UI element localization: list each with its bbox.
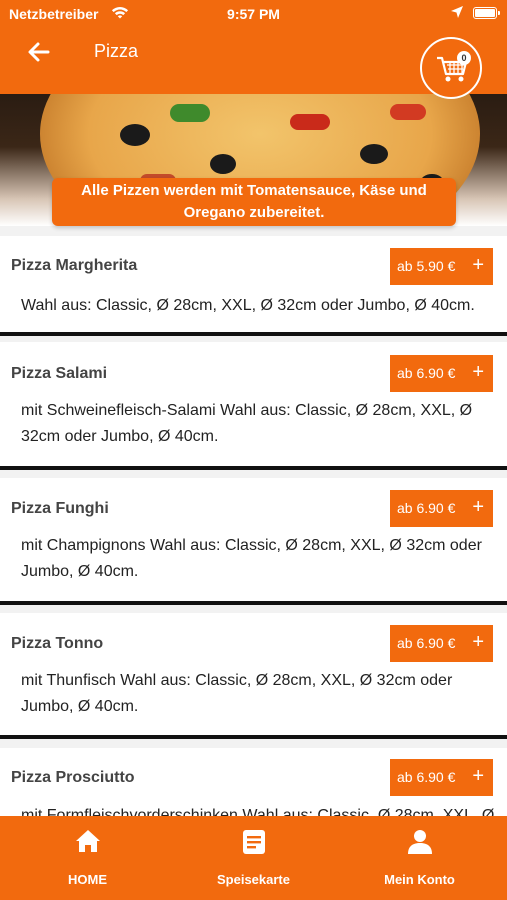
price-label: ab 6.90 € bbox=[397, 500, 456, 516]
plus-icon: + bbox=[472, 631, 484, 653]
item-name: Pizza Salami bbox=[11, 365, 108, 382]
list-item[interactable]: Pizza Margherita ab 5.90 € + Wahl aus: Cl… bbox=[0, 236, 507, 336]
item-name: Pizza Funghi bbox=[11, 500, 109, 517]
price-label: ab 6.90 € bbox=[397, 769, 456, 785]
tab-account[interactable]: Mein Konto bbox=[335, 816, 504, 900]
tab-label: Mein Konto bbox=[384, 872, 455, 887]
plus-icon: + bbox=[472, 361, 484, 383]
item-description: mit Schweinefleisch-Salami Wahl aus: Cla… bbox=[21, 402, 473, 445]
item-name: Pizza Prosciutto bbox=[11, 769, 135, 786]
back-arrow-icon[interactable] bbox=[26, 39, 52, 65]
item-description: mit Thunfisch Wahl aus: Classic, Ø 28cm,… bbox=[21, 672, 453, 715]
tab-home[interactable]: HOME bbox=[3, 816, 172, 900]
price-label: ab 5.90 € bbox=[397, 258, 456, 274]
battery-icon bbox=[473, 7, 500, 19]
plus-icon: + bbox=[472, 496, 484, 518]
info-notice: Alle Pizzen werden mit Tomatensauce, Käs… bbox=[52, 178, 456, 226]
tab-speisekarte[interactable]: Speisekarte bbox=[169, 816, 338, 900]
add-to-cart-button[interactable]: ab 6.90 € + bbox=[390, 625, 493, 662]
plus-icon: + bbox=[472, 765, 484, 787]
item-description: Wahl aus: Classic, Ø 28cm, XXL, Ø 32cm o… bbox=[21, 297, 475, 314]
item-description: mit Champignons Wahl aus: Classic, Ø 28c… bbox=[21, 537, 482, 580]
cart-count-badge: 0 bbox=[457, 51, 471, 65]
item-name: Pizza Margherita bbox=[11, 257, 138, 274]
list-item[interactable]: Pizza Funghi ab 6.90 € + mit Champignons … bbox=[0, 478, 507, 605]
add-to-cart-button[interactable]: ab 6.90 € + bbox=[390, 759, 493, 796]
add-to-cart-button[interactable]: ab 5.90 € + bbox=[390, 248, 493, 285]
bottom-tab-bar: HOME Speisekarte Mein Konto bbox=[0, 816, 507, 900]
status-time: 9:57 PM bbox=[227, 6, 280, 22]
price-label: ab 6.90 € bbox=[397, 635, 456, 651]
location-arrow-icon bbox=[450, 5, 464, 22]
list-item[interactable]: Pizza Salami ab 6.90 € + mit Schweineflei… bbox=[0, 342, 507, 470]
plus-icon: + bbox=[472, 254, 484, 276]
price-label: ab 6.90 € bbox=[397, 365, 456, 381]
tab-label: HOME bbox=[68, 872, 107, 887]
status-bar: Netzbetreiber 9:57 PM bbox=[0, 0, 507, 26]
item-name: Pizza Tonno bbox=[11, 635, 104, 652]
page-title: Pizza bbox=[94, 41, 139, 61]
add-to-cart-button[interactable]: ab 6.90 € + bbox=[390, 490, 493, 527]
user-icon bbox=[408, 830, 432, 854]
menu-list-icon bbox=[243, 830, 265, 854]
cart-button[interactable]: 0 bbox=[420, 37, 482, 99]
list-item[interactable]: Pizza Tonno ab 6.90 € + mit Thunfisch Wah… bbox=[0, 613, 507, 739]
home-icon bbox=[76, 830, 100, 852]
tab-label: Speisekarte bbox=[217, 872, 290, 887]
add-to-cart-button[interactable]: ab 6.90 € + bbox=[390, 355, 493, 392]
